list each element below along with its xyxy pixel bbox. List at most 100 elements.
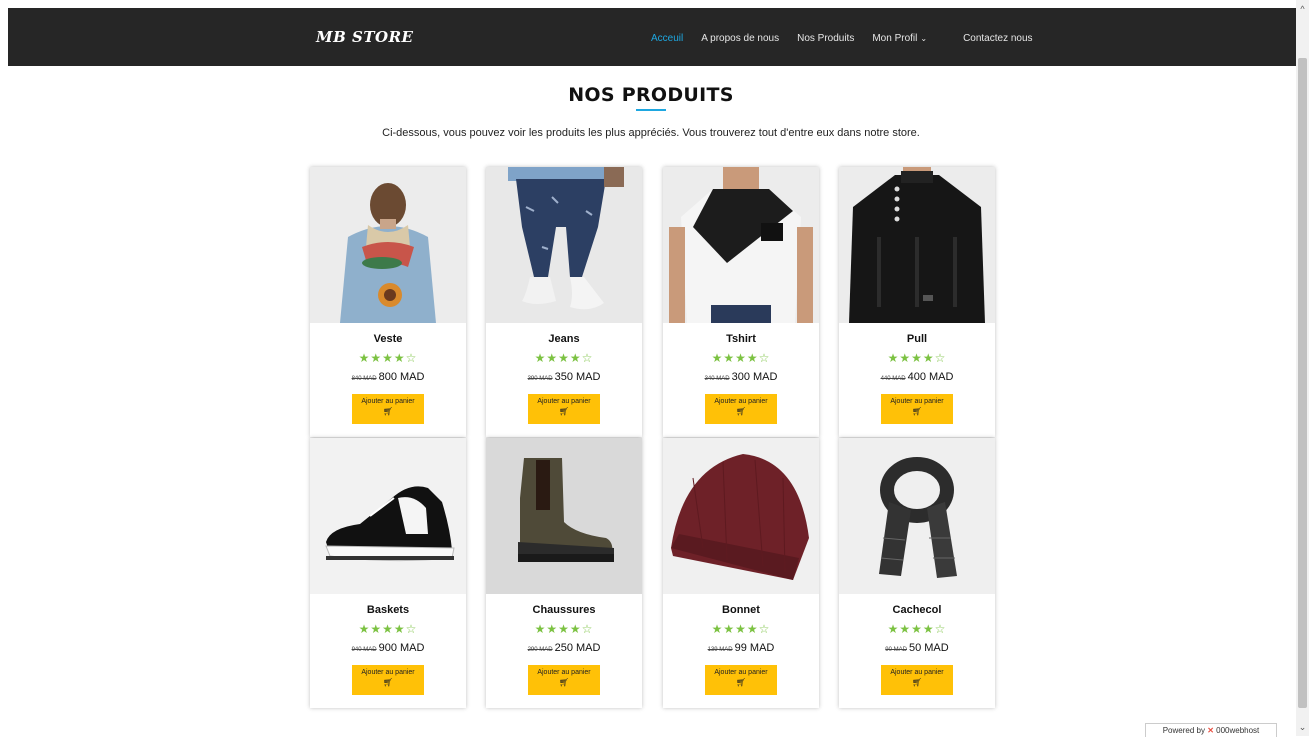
current-price: 99 MAD <box>734 642 775 654</box>
cart-icon: 🛒︎ <box>382 678 394 687</box>
powered-by-badge[interactable]: Powered by ✕ 000webhost <box>1145 723 1277 737</box>
rating-stars: ★★★★☆ <box>711 351 771 365</box>
chevron-down-icon: ⌄ <box>920 34 928 43</box>
product-image-sneaker[interactable] <box>310 438 466 594</box>
add-to-cart-label: Ajouter au panier <box>361 669 415 676</box>
scroll-down-icon[interactable]: ⌄ <box>1296 720 1309 734</box>
rating-stars: ★★★★☆ <box>887 351 947 365</box>
cart-icon: 🛒︎ <box>735 407 747 416</box>
nav-link-profile[interactable]: Mon Profil ⌄ <box>872 33 945 44</box>
product-name: Jeans <box>548 333 580 345</box>
current-price: 900 MAD <box>378 642 425 654</box>
add-to-cart-button[interactable]: Ajouter au panier 🛒︎ <box>352 394 424 424</box>
add-to-cart-button[interactable]: Ajouter au panier 🛒︎ <box>881 665 953 695</box>
old-price: 440 MAD <box>880 376 906 382</box>
old-price: 340 MAD <box>704 376 730 382</box>
cart-icon: 🛒︎ <box>382 407 394 416</box>
add-to-cart-label: Ajouter au panier <box>714 669 768 676</box>
old-price: 139 MAD <box>707 647 733 653</box>
rating-stars: ★★★★☆ <box>534 351 594 365</box>
old-price: 940 MAD <box>351 647 377 653</box>
cart-icon: 🛒︎ <box>735 678 747 687</box>
nav-link-contact[interactable]: Contactez nous <box>963 33 1033 44</box>
cart-icon: 🛒︎ <box>911 407 923 416</box>
product-name: Tshirt <box>726 333 756 345</box>
product-card: Chaussures ★★★★☆ 290 MAD 250 MAD Ajouter … <box>486 438 642 708</box>
cart-icon: 🛒︎ <box>911 678 923 687</box>
cart-icon: 🛒︎ <box>558 407 570 416</box>
nav-link-about[interactable]: A propos de nous <box>701 33 779 44</box>
powered-by-label: Powered by <box>1162 726 1205 735</box>
webhost-name: 000webhost <box>1216 726 1260 735</box>
add-to-cart-label: Ajouter au panier <box>361 398 415 405</box>
product-price: 390 MAD 350 MAD <box>486 371 642 383</box>
section-title: NOS PRODUITS <box>568 84 734 106</box>
product-price: 940 MAD 900 MAD <box>310 642 466 654</box>
add-to-cart-button[interactable]: Ajouter au panier 🛒︎ <box>705 665 777 695</box>
product-name: Cachecol <box>892 604 942 616</box>
store-logo[interactable]: MB STORE <box>316 28 413 46</box>
webhost-logo-icon: ✕ <box>1207 726 1214 735</box>
old-price: 390 MAD <box>527 376 553 382</box>
old-price: 840 MAD <box>351 376 377 382</box>
page-scrollbar[interactable]: ^ ⌄ <box>1296 0 1309 736</box>
product-price: 139 MAD 99 MAD <box>663 642 819 654</box>
product-card: Cachecol ★★★★☆ 90 MAD 50 MAD Ajouter au p… <box>839 438 995 708</box>
add-to-cart-button[interactable]: Ajouter au panier 🛒︎ <box>705 394 777 424</box>
nav-link-acceuil[interactable]: Acceuil <box>651 33 683 44</box>
product-image-beanie[interactable] <box>663 438 819 594</box>
cart-icon: 🛒︎ <box>558 678 570 687</box>
section-subtitle: Ci-dessous, vous pouvez voir les produit… <box>382 127 920 139</box>
add-to-cart-label: Ajouter au panier <box>714 398 768 405</box>
scroll-up-icon[interactable]: ^ <box>1296 2 1309 16</box>
add-to-cart-button[interactable]: Ajouter au panier 🛒︎ <box>528 394 600 424</box>
current-price: 250 MAD <box>554 642 601 654</box>
product-image-boot[interactable] <box>486 438 642 594</box>
add-to-cart-button[interactable]: Ajouter au panier 🛒︎ <box>528 665 600 695</box>
add-to-cart-label: Ajouter au panier <box>890 398 944 405</box>
scroll-thumb[interactable] <box>1298 58 1307 708</box>
product-image-scarf[interactable] <box>839 438 995 594</box>
product-image-tshirt[interactable] <box>663 167 819 323</box>
add-to-cart-label: Ajouter au panier <box>537 398 591 405</box>
product-card: Bonnet ★★★★☆ 139 MAD 99 MAD Ajouter au pa… <box>663 438 819 708</box>
nav-link-profile-label: Mon Profil <box>872 33 918 44</box>
current-price: 800 MAD <box>378 371 425 383</box>
rating-stars: ★★★★☆ <box>887 622 947 636</box>
product-name: Chaussures <box>532 604 596 616</box>
add-to-cart-button[interactable]: Ajouter au panier 🛒︎ <box>881 394 953 424</box>
product-card: Jeans ★★★★☆ 390 MAD 350 MAD Ajouter au pa… <box>486 167 642 437</box>
product-card: Veste ★★★★☆ 840 MAD 800 MAD Ajouter au pa… <box>310 167 466 437</box>
product-price: 340 MAD 300 MAD <box>663 371 819 383</box>
rating-stars: ★★★★☆ <box>711 622 771 636</box>
current-price: 50 MAD <box>908 642 949 654</box>
product-name: Veste <box>373 333 403 345</box>
rating-stars: ★★★★☆ <box>358 351 418 365</box>
product-image-sweater[interactable] <box>839 167 995 323</box>
rating-stars: ★★★★☆ <box>534 622 594 636</box>
rating-stars: ★★★★☆ <box>358 622 418 636</box>
product-price: 440 MAD 400 MAD <box>839 371 995 383</box>
product-name: Pull <box>906 333 928 345</box>
product-card: Pull ★★★★☆ 440 MAD 400 MAD Ajouter au pan… <box>839 167 995 437</box>
add-to-cart-label: Ajouter au panier <box>890 669 944 676</box>
product-name: Bonnet <box>722 604 760 616</box>
add-to-cart-button[interactable]: Ajouter au panier 🛒︎ <box>352 665 424 695</box>
top-navbar: MB STORE Acceuil A propos de nous Nos Pr… <box>8 8 1296 66</box>
current-price: 350 MAD <box>554 371 601 383</box>
title-underline <box>636 109 666 111</box>
product-price: 840 MAD 800 MAD <box>310 371 466 383</box>
product-price: 290 MAD 250 MAD <box>486 642 642 654</box>
nav-menu: Acceuil A propos de nous Nos Produits Mo… <box>651 33 1051 44</box>
add-to-cart-label: Ajouter au panier <box>537 669 591 676</box>
product-image-jeans[interactable] <box>486 167 642 323</box>
current-price: 400 MAD <box>907 371 954 383</box>
product-card: Baskets ★★★★☆ 940 MAD 900 MAD Ajouter au … <box>310 438 466 708</box>
old-price: 290 MAD <box>527 647 553 653</box>
old-price: 90 MAD <box>885 647 907 653</box>
product-image-denim-jacket[interactable] <box>310 167 466 323</box>
nav-link-products[interactable]: Nos Produits <box>797 33 854 44</box>
product-card: Tshirt ★★★★☆ 340 MAD 300 MAD Ajouter au p… <box>663 167 819 437</box>
product-price: 90 MAD 50 MAD <box>839 642 995 654</box>
current-price: 300 MAD <box>731 371 778 383</box>
